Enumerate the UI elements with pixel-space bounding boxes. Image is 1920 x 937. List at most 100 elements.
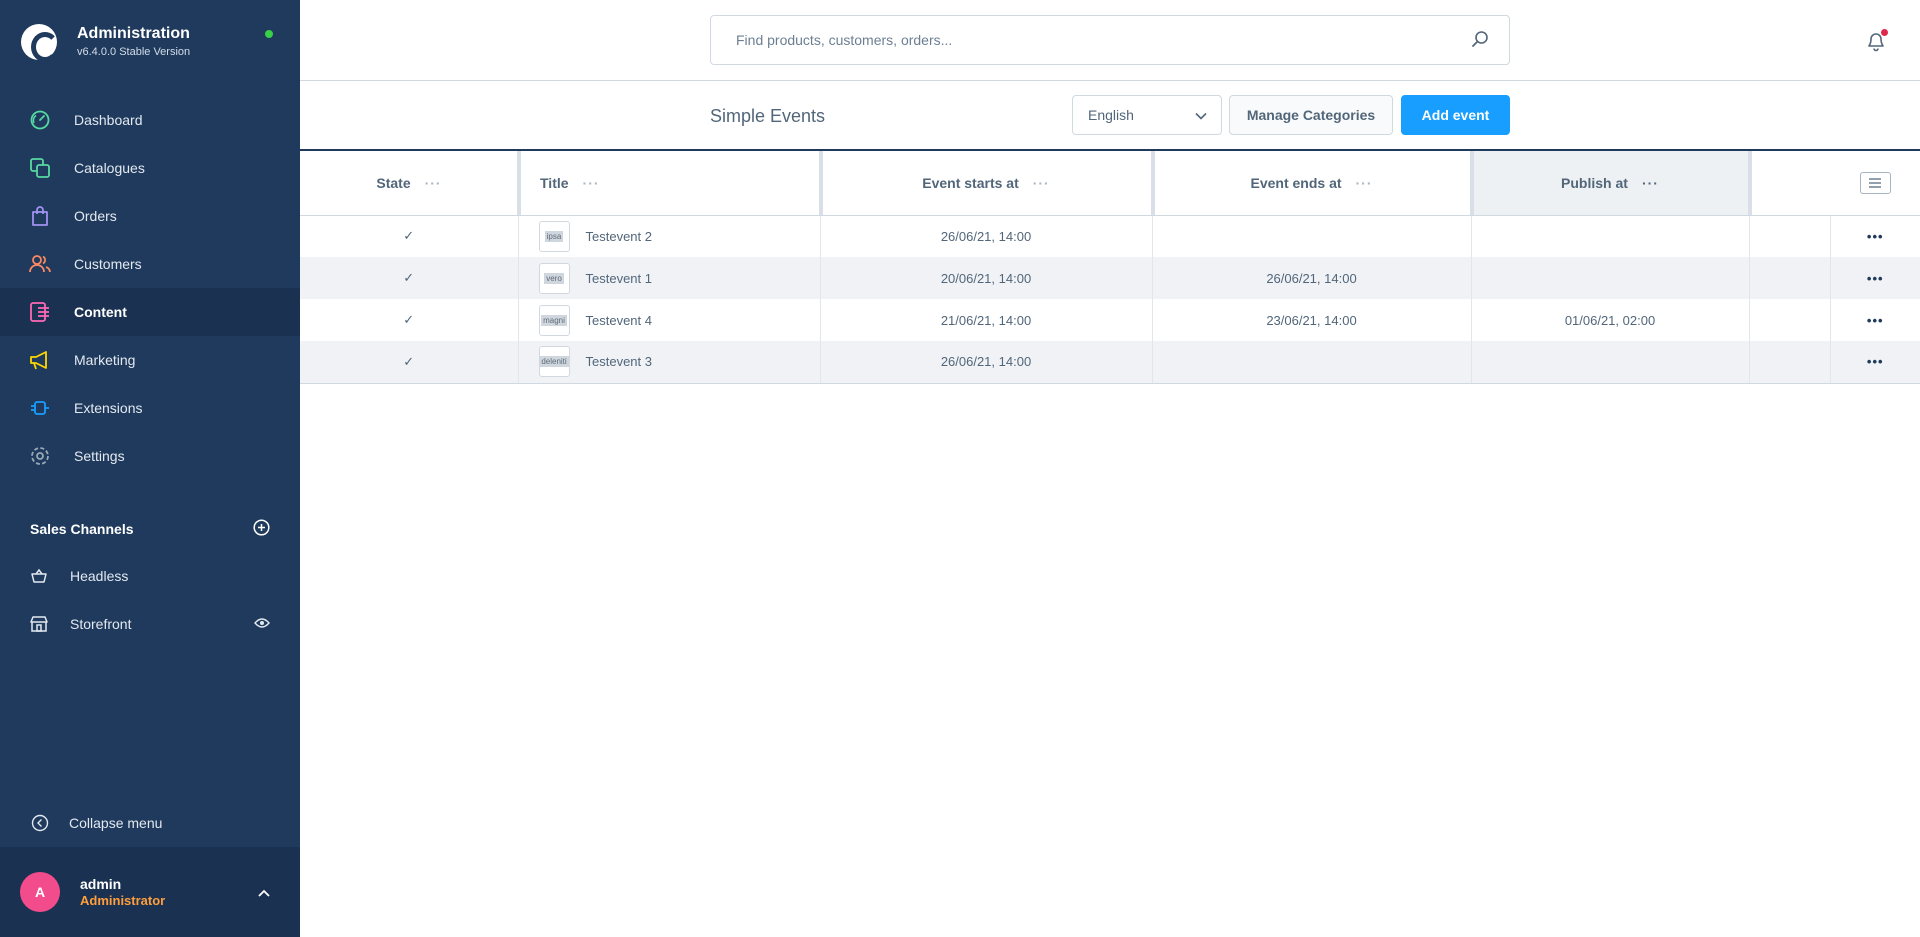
column-header-title[interactable]: Title ··· xyxy=(518,151,823,216)
sidebar-item-label: Settings xyxy=(74,448,125,464)
main-navigation: Dashboard Catalogues Orders Customers Co… xyxy=(0,96,300,480)
orders-icon xyxy=(29,205,51,227)
column-menu-icon[interactable]: ··· xyxy=(583,175,600,191)
column-resize-handle[interactable] xyxy=(1470,151,1474,215)
column-menu-icon[interactable]: ··· xyxy=(1642,175,1659,191)
spacer-cell xyxy=(1749,341,1831,384)
dashboard-icon xyxy=(29,109,51,131)
shopware-logo[interactable] xyxy=(21,23,59,62)
sidebar-item-label: Content xyxy=(74,304,127,320)
title-cell[interactable]: deleniti Testevent 3 xyxy=(518,341,821,384)
sidebar-item-extensions[interactable]: Extensions xyxy=(0,384,300,432)
column-resize-handle[interactable] xyxy=(819,151,823,215)
sidebar-item-label: Marketing xyxy=(74,352,136,368)
sidebar-item-dashboard[interactable]: Dashboard xyxy=(0,96,300,144)
title-cell[interactable]: vero Testevent 1 xyxy=(518,257,821,299)
sidebar: Administration v6.4.0.0 Stable Version D… xyxy=(0,0,300,937)
event-title[interactable]: Testevent 2 xyxy=(586,229,653,244)
spacer-cell xyxy=(1749,215,1831,257)
event-thumbnail: vero xyxy=(538,262,570,294)
column-header-publish[interactable]: Publish at ··· xyxy=(1471,151,1752,216)
ends-cell: 26/06/21, 14:00 xyxy=(1152,257,1472,299)
collapse-icon xyxy=(31,812,49,834)
table-row[interactable]: ✓ vero Testevent 1 20/06/21, 14:00 26/06/… xyxy=(300,257,1920,299)
add-sales-channel-icon[interactable] xyxy=(253,519,270,539)
starts-cell: 20/06/21, 14:00 xyxy=(820,257,1153,299)
thumbnail-text: deleniti xyxy=(539,356,569,368)
row-actions-button[interactable]: ••• xyxy=(1830,299,1920,341)
language-value: English xyxy=(1088,107,1134,123)
eye-icon[interactable] xyxy=(254,616,270,632)
extensions-icon xyxy=(29,397,51,419)
sidebar-item-customers[interactable]: Customers xyxy=(0,240,300,288)
column-menu-icon[interactable]: ··· xyxy=(1356,175,1373,191)
column-resize-handle[interactable] xyxy=(1151,151,1155,215)
sidebar-item-content[interactable]: Content xyxy=(0,288,300,336)
language-switch[interactable]: English xyxy=(1072,95,1222,135)
manage-categories-button[interactable]: Manage Categories xyxy=(1229,95,1393,135)
settings-icon xyxy=(29,445,51,467)
search-icon[interactable] xyxy=(1471,30,1491,51)
spacer-cell xyxy=(1749,299,1831,341)
column-header-state[interactable]: State ··· xyxy=(300,151,521,216)
sidebar-item-label: Customers xyxy=(74,256,142,272)
publish-cell xyxy=(1471,257,1750,299)
sidebar-item-orders[interactable]: Orders xyxy=(0,192,300,240)
sales-channel-storefront[interactable]: Storefront xyxy=(0,600,300,648)
event-thumbnail: deleniti xyxy=(538,346,570,378)
thumbnail-text: ipsa xyxy=(544,230,564,242)
smart-bar: Simple Events English Manage Categories … xyxy=(300,82,1920,151)
row-actions-button[interactable]: ••• xyxy=(1830,341,1920,384)
column-header-event-starts[interactable]: Event starts at ··· xyxy=(820,151,1155,216)
notification-badge xyxy=(1881,29,1888,36)
global-search[interactable] xyxy=(710,15,1510,65)
user-name: admin xyxy=(80,876,122,892)
column-header-settings xyxy=(1830,151,1920,216)
more-icon: ••• xyxy=(1866,312,1884,328)
basket-icon xyxy=(30,565,48,587)
column-header-event-ends[interactable]: Event ends at ··· xyxy=(1152,151,1474,216)
sidebar-item-catalogues[interactable]: Catalogues xyxy=(0,144,300,192)
table-row[interactable]: ✓ ipsa Testevent 2 26/06/21, 14:00 ••• xyxy=(300,215,1920,257)
event-thumbnail: magni xyxy=(538,304,570,336)
chevron-up-icon[interactable] xyxy=(258,884,270,900)
sidebar-item-marketing[interactable]: Marketing xyxy=(0,336,300,384)
table-row[interactable]: ✓ magni Testevent 4 21/06/21, 14:00 23/06… xyxy=(300,299,1920,341)
title-cell[interactable]: ipsa Testevent 2 xyxy=(518,215,821,257)
thumbnail-text: magni xyxy=(541,314,567,326)
sidebar-header: Administration v6.4.0.0 Stable Version xyxy=(0,0,300,83)
column-menu-icon[interactable]: ··· xyxy=(425,175,442,191)
sidebar-item-label: Extensions xyxy=(74,400,143,416)
state-cell: ✓ xyxy=(300,299,519,341)
ends-cell: 23/06/21, 14:00 xyxy=(1152,299,1472,341)
column-label: Event ends at xyxy=(1250,174,1342,191)
event-title[interactable]: Testevent 4 xyxy=(586,313,653,328)
online-status-dot xyxy=(265,30,273,38)
event-title[interactable]: Testevent 1 xyxy=(586,271,653,286)
more-icon: ••• xyxy=(1866,354,1884,370)
grid-settings-button[interactable] xyxy=(1859,171,1891,194)
app-title: Administration xyxy=(77,25,190,42)
user-role: Administrator xyxy=(80,893,166,908)
title-cell[interactable]: magni Testevent 4 xyxy=(518,299,821,341)
row-actions-button[interactable]: ••• xyxy=(1830,215,1920,257)
column-resize-handle[interactable] xyxy=(517,151,521,215)
thumbnail-text: vero xyxy=(544,272,564,284)
state-cell: ✓ xyxy=(300,257,519,299)
search-input[interactable] xyxy=(736,32,1471,48)
row-actions-button[interactable]: ••• xyxy=(1830,257,1920,299)
more-icon: ••• xyxy=(1866,228,1884,244)
add-event-button[interactable]: Add event xyxy=(1401,95,1510,135)
sales-channel-headless[interactable]: Headless xyxy=(0,552,300,600)
column-resize-handle[interactable] xyxy=(1748,151,1752,215)
table-row[interactable]: ✓ deleniti Testevent 3 26/06/21, 14:00 ••… xyxy=(300,341,1920,384)
column-menu-icon[interactable]: ··· xyxy=(1033,175,1050,191)
catalogues-icon xyxy=(29,157,51,179)
column-label: Event starts at xyxy=(922,174,1019,191)
user-profile[interactable]: A admin Administrator xyxy=(0,847,300,937)
sidebar-item-settings[interactable]: Settings xyxy=(0,432,300,480)
notifications-button[interactable] xyxy=(1865,29,1888,55)
event-title[interactable]: Testevent 3 xyxy=(586,354,653,369)
collapse-menu-button[interactable]: Collapse menu xyxy=(0,803,300,843)
top-bar xyxy=(300,0,1920,81)
